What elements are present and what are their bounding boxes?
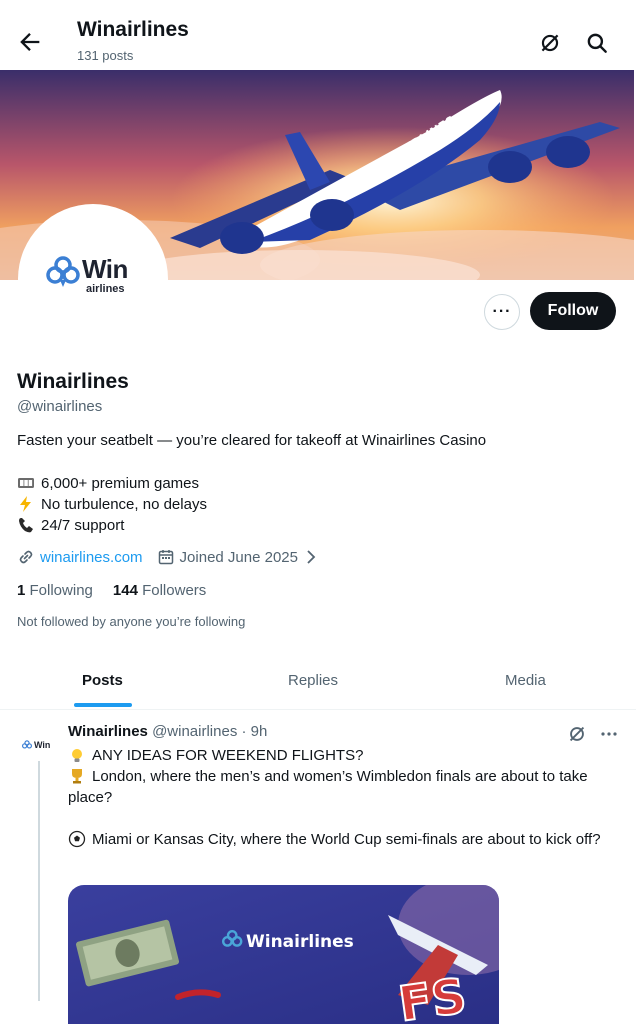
following-stat[interactable]: 1 Following [17, 582, 93, 599]
active-tab-indicator [74, 703, 132, 707]
post-time[interactable]: 9h [251, 723, 268, 740]
more-options-button[interactable]: ··· [484, 294, 520, 330]
grok-icon[interactable] [537, 30, 563, 56]
post-author[interactable]: Winairlines [68, 723, 148, 740]
post-image-badge: FS [395, 968, 469, 1024]
post-line-1: ANY IDEAS FOR WEEKEND FLIGHTS? [68, 745, 624, 766]
post-image[interactable]: FS Winairlines [68, 885, 499, 1024]
not-followed-note: Not followed by anyone you’re following [17, 614, 246, 629]
club-logo-icon [22, 740, 32, 749]
avatar-logo-sub: airlines [86, 283, 125, 295]
website-link[interactable]: winairlines.com [40, 549, 143, 566]
bio-line-speed: No turbulence, no delays [17, 495, 207, 513]
post[interactable]: Win Winairlines @winairlines · 9h ANY ID… [0, 711, 636, 1024]
followers-stat[interactable]: 144 Followers [113, 582, 206, 599]
calendar-icon [158, 550, 173, 565]
post-header: Winairlines @winairlines · 9h [68, 723, 267, 740]
chevron-right-icon[interactable] [302, 548, 320, 566]
bio-line-text: 24/7 support [41, 516, 125, 534]
tab-posts[interactable]: Posts [82, 672, 123, 689]
profile-tabs: Posts Replies Media [0, 656, 636, 710]
more-icon[interactable] [600, 725, 618, 743]
bio-line-support: 24/7 support [17, 516, 124, 534]
lightning-icon [20, 496, 31, 512]
bio-line-text: 6,000+ premium games [41, 474, 199, 492]
top-bar: Winairlines 131 posts [0, 0, 636, 70]
thread-line [38, 761, 40, 1001]
profile-bio: Fasten your seatbelt — you’re cleared fo… [17, 432, 487, 449]
post-avatar[interactable]: Win [22, 735, 56, 755]
club-logo-icon [46, 256, 80, 287]
trophy-icon [72, 769, 82, 784]
page-title: Winairlines [77, 18, 189, 41]
joined-date: Joined June 2025 [179, 548, 298, 566]
post-image-brand: Winairlines [246, 932, 354, 952]
profile-name: Winairlines [17, 370, 129, 393]
posts-count: 131 posts [77, 48, 134, 63]
bio-line-games: 6,000+ premium games [17, 474, 199, 492]
post-separator: · [241, 723, 247, 740]
soccer-ball-icon [68, 830, 86, 848]
avatar-logo-word: Win [82, 254, 128, 284]
follow-stats: 1 Following 144 Followers [17, 582, 206, 599]
post-line-3: Miami or Kansas City, where the World Cu… [68, 829, 624, 850]
avatar[interactable]: Win airlines [18, 204, 168, 354]
post-handle[interactable]: @winairlines [152, 723, 237, 740]
phone-icon [19, 518, 33, 533]
grok-icon[interactable] [566, 723, 588, 745]
follow-button[interactable]: Follow [530, 292, 616, 330]
lightbulb-icon [72, 748, 82, 762]
profile-meta: winairlines.com Joined June 2025 [17, 548, 320, 566]
link-icon [19, 550, 33, 564]
tab-replies[interactable]: Replies [288, 672, 338, 689]
profile-handle: @winairlines [17, 398, 103, 415]
bio-line-text: No turbulence, no delays [41, 495, 207, 513]
back-arrow-icon[interactable] [16, 28, 44, 56]
post-line-2: London, where the men’s and women’s Wimb… [68, 768, 588, 806]
slot-machine-icon [18, 478, 34, 488]
search-icon[interactable] [584, 30, 610, 56]
tab-media[interactable]: Media [505, 672, 546, 689]
